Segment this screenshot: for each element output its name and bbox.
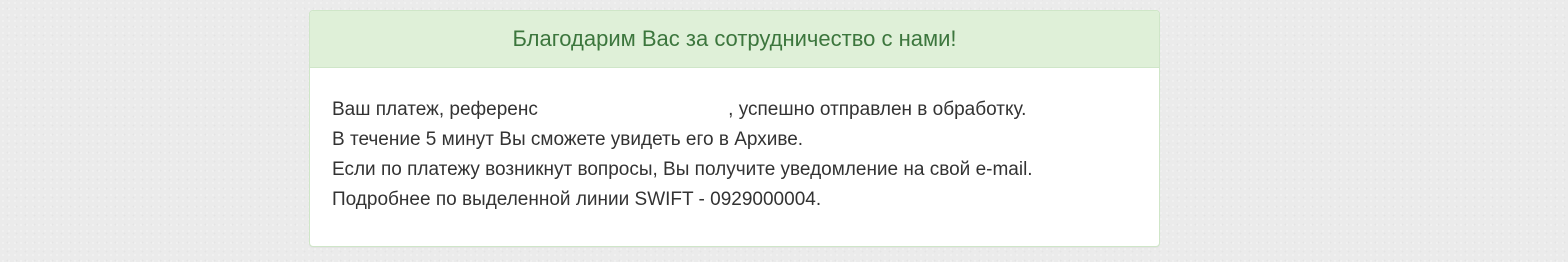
panel-body: Ваш платеж, референс , успешно отправлен… (310, 68, 1159, 215)
panel-heading: Благодарим Вас за сотрудничество с нами! (310, 11, 1159, 68)
panel-title: Благодарим Вас за сотрудничество с нами! (512, 26, 957, 51)
payment-reference (543, 101, 728, 119)
message-line-hotline: Подробнее по выделенной линии SWIFT - 09… (332, 189, 822, 210)
reference-prefix: Ваш платеж, референс (332, 99, 538, 120)
message-line-reference: Ваш платеж, референс , успешно отправлен… (332, 95, 1137, 125)
reference-suffix: , успешно отправлен в обработку. (728, 99, 1027, 120)
message-line-archive: В течение 5 минут Вы сможете увидеть его… (332, 129, 804, 150)
success-panel: Благодарим Вас за сотрудничество с нами!… (309, 10, 1160, 247)
message-line-email: Если по платежу возникнут вопросы, Вы по… (332, 159, 1033, 180)
